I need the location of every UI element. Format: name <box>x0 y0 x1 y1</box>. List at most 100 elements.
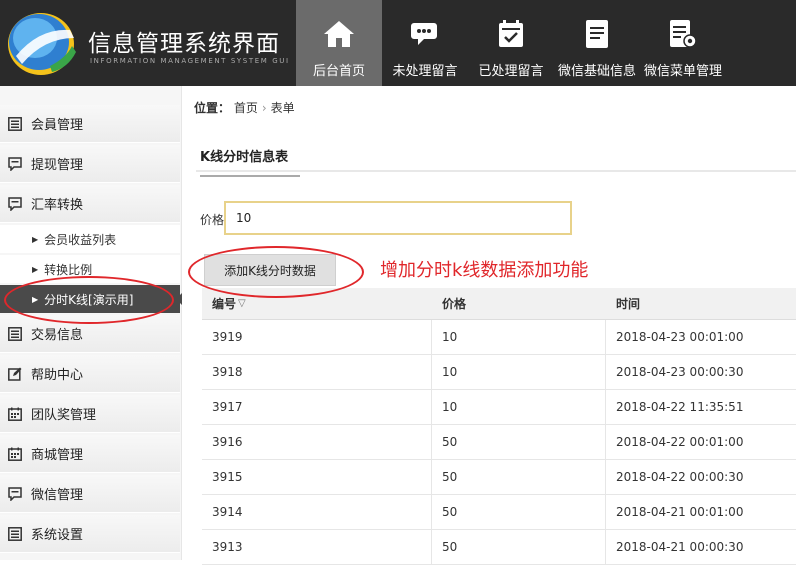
table-row[interactable]: 3916 50 2018-04-22 00:01:00 <box>202 425 796 460</box>
cell-price: 10 <box>432 320 606 354</box>
cell-time: 2018-04-22 00:01:00 <box>616 435 744 449</box>
table-row[interactable]: 3918 10 2018-04-23 00:00:30 <box>202 355 796 390</box>
sidebar-item-exchange-rate[interactable]: 汇率转换 <box>0 185 180 223</box>
annotation-text: 增加分时k线数据添加功能 <box>380 260 589 281</box>
list-icon <box>7 116 23 132</box>
sidebar-subitem-label: 分时K线[演示用] <box>44 292 134 307</box>
nav-item-home[interactable]: 后台首页 <box>296 0 382 86</box>
sidebar-item-withdrawals[interactable]: 提现管理 <box>0 145 180 183</box>
cell-id: 3914 <box>202 495 432 529</box>
nav-item-wechat-menu-management[interactable]: 微信菜单管理 <box>640 0 726 86</box>
document-gear-icon <box>666 18 700 50</box>
column-header-label: 编号 <box>212 297 237 311</box>
sidebar-subitem-conversion-ratio[interactable]: ▶ 转换比例 <box>0 255 180 283</box>
sidebar-subitem-member-earnings[interactable]: ▶ 会员收益列表 <box>0 225 180 253</box>
nav-label: 微信菜单管理 <box>643 64 722 79</box>
breadcrumb-current: 表单 <box>270 101 295 115</box>
sidebar-item-members[interactable]: 会員管理 <box>0 105 180 143</box>
cell-time: 2018-04-21 00:01:00 <box>616 505 744 519</box>
top-nav: 后台首页 未处理留言 已处理留言 微信基础信息 微信菜单管理 <box>296 0 726 86</box>
cell-id: 3917 <box>202 390 432 424</box>
sidebar-item-label: 汇率转换 <box>31 198 84 213</box>
cell-price: 50 <box>432 530 606 564</box>
add-kline-data-button[interactable]: 添加K线分时数据 <box>204 254 336 286</box>
document-icon <box>580 18 614 50</box>
caret-right-icon: ▶ <box>32 234 39 244</box>
nav-item-unprocessed-messages[interactable]: 未处理留言 <box>382 0 468 86</box>
sidebar-item-help-center[interactable]: 帮助中心 <box>0 355 180 393</box>
calendar-icon <box>7 406 23 422</box>
cell-price: 50 <box>432 460 606 494</box>
nav-label: 未处理留言 <box>392 64 458 79</box>
cell-price: 10 <box>432 355 606 389</box>
comment-icon <box>7 486 23 502</box>
comment-icon <box>7 156 23 172</box>
kline-table: 编号 ▽ 价格 时间 3919 10 2018-04-23 00:01:00 3918 1… <box>202 288 796 565</box>
caret-right-icon: ▶ <box>32 264 39 274</box>
breadcrumb-separator: › <box>261 101 267 115</box>
nav-item-processed-messages[interactable]: 已处理留言 <box>468 0 554 86</box>
cell-price: 10 <box>432 390 606 424</box>
cell-price: 50 <box>432 495 606 529</box>
cell-time: 2018-04-22 00:00:30 <box>616 470 744 484</box>
cell-id: 3918 <box>202 355 432 389</box>
home-icon <box>322 18 356 50</box>
app-title: 信息管理系统界面 <box>88 31 280 57</box>
sidebar-item-transactions[interactable]: 交易信息 <box>0 315 180 353</box>
comment-icon <box>7 196 23 212</box>
sort-icon: ▽ <box>238 298 246 309</box>
sidebar-item-wechat[interactable]: 微信管理 <box>0 475 180 513</box>
globe-logo-icon <box>4 8 78 80</box>
tab-kline-info[interactable]: K线分时信息表 <box>200 146 300 177</box>
column-header-id[interactable]: 编号 ▽ <box>202 288 432 319</box>
sidebar-item-mall[interactable]: 商城管理 <box>0 435 180 473</box>
calendar-check-icon <box>494 18 528 50</box>
sidebar-subitem-label: 会员收益列表 <box>44 232 117 247</box>
cell-time: 2018-04-23 00:01:00 <box>616 330 744 344</box>
column-header-price[interactable]: 价格 <box>432 288 606 319</box>
sidebar-item-label: 交易信息 <box>31 328 84 343</box>
price-input[interactable] <box>224 201 572 235</box>
column-header-time[interactable]: 时间 <box>606 288 796 319</box>
breadcrumb-prefix: 位置： <box>194 101 231 115</box>
edit-icon <box>7 366 23 382</box>
table-row[interactable]: 3915 50 2018-04-22 00:00:30 <box>202 460 796 495</box>
cell-price: 50 <box>432 425 606 459</box>
sidebar-item-label: 商城管理 <box>31 448 84 463</box>
caret-right-icon: ▶ <box>32 294 39 304</box>
tab-bar: K线分时信息表 <box>196 136 796 177</box>
sidebar-subitem-label: 转换比例 <box>44 262 93 277</box>
table-row[interactable]: 3914 50 2018-04-21 00:01:00 <box>202 495 796 530</box>
sidebar-item-system-settings[interactable]: 系统设置 <box>0 515 180 553</box>
top-header: 信息管理系统界面 INFORMATION MANAGEMENT SYSTEM G… <box>0 0 796 86</box>
chat-bubble-icon <box>408 18 442 50</box>
sidebar-subitem-kline-demo[interactable]: ▶ 分时K线[演示用] <box>0 285 180 313</box>
sidebar-item-team-award[interactable]: 团队奖管理 <box>0 395 180 433</box>
cell-time: 2018-04-22 11:35:51 <box>616 400 744 414</box>
calendar-icon <box>7 446 23 462</box>
nav-label: 微信基础信息 <box>557 64 636 79</box>
cell-id: 3913 <box>202 530 432 564</box>
sidebar-item-label: 提现管理 <box>31 158 84 173</box>
sidebar-item-label: 系统设置 <box>31 528 84 543</box>
breadcrumb-home[interactable]: 首页 <box>234 101 258 115</box>
nav-item-wechat-basic-info[interactable]: 微信基础信息 <box>554 0 640 86</box>
list-icon <box>7 526 23 542</box>
active-pointer <box>176 293 182 305</box>
table-row[interactable]: 3919 10 2018-04-23 00:01:00 <box>202 320 796 355</box>
cell-time: 2018-04-21 00:00:30 <box>616 540 744 554</box>
table-row[interactable]: 3917 10 2018-04-22 11:35:51 <box>202 390 796 425</box>
sidebar-item-label: 帮助中心 <box>31 368 84 383</box>
table-header: 编号 ▽ 价格 时间 <box>202 288 796 320</box>
list-icon <box>7 326 23 342</box>
sidebar-item-label: 微信管理 <box>31 488 84 503</box>
nav-label: 已处理留言 <box>478 64 544 79</box>
nav-label: 后台首页 <box>312 64 365 79</box>
app-subtitle: INFORMATION MANAGEMENT SYSTEM GUI <box>90 57 290 65</box>
breadcrumb: 位置： 首页 › 表单 <box>194 99 295 116</box>
price-label: 价格 <box>200 213 225 227</box>
sidebar-item-label: 团队奖管理 <box>31 408 97 423</box>
cell-id: 3915 <box>202 460 432 494</box>
sidebar-item-label: 会員管理 <box>31 118 84 133</box>
cell-time: 2018-04-23 00:00:30 <box>616 365 744 379</box>
